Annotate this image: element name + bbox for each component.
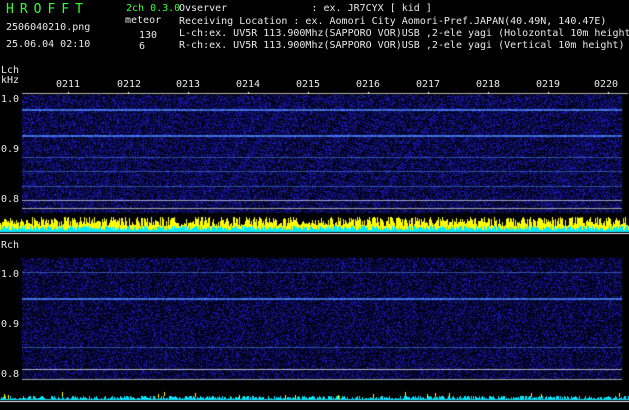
time-tick-0219: 0219 [536,79,561,90]
lch-unit-label: kHz [1,75,20,86]
capture-datetime: 25.06.04 02:10 [6,39,91,50]
time-tick-0211: 0211 [56,79,81,90]
time-tick-0212: 0212 [117,79,142,90]
time-tick-0214: 0214 [236,79,261,90]
lch-info-line: L-ch:ex. UV5R 113.900Mhz(SAPPORO VOR)USB… [179,28,629,39]
meteor-label: meteor [125,15,162,26]
observer-line: Ovserver : ex. JR7CYX [ kid ] [179,3,432,14]
rch-info-line: R-ch:ex. UV5R 113.900Mhz(SAPPORO VOR)USB… [179,40,625,51]
time-tick-0216: 0216 [356,79,381,90]
image-filename: 2506040210.png [6,22,91,33]
rch-ytick-0-9: 0.9 [1,319,20,330]
spectrogram-canvas [0,0,629,410]
time-tick-0217: 0217 [416,79,441,90]
time-tick-0213: 0213 [176,79,201,90]
rch-label: Rch [1,240,20,251]
location-line: Receiving Location : ex. Aomori City Aom… [179,16,607,27]
time-tick-0220: 0220 [594,79,619,90]
app-brand: HROFFT [6,2,89,17]
version-label: 2ch 0.3.0 [126,3,181,14]
time-tick-0215: 0215 [296,79,321,90]
lch-ytick-0-9: 0.9 [1,144,20,155]
rch-ytick-0-8: 0.8 [1,369,20,380]
rch-ytick-1-0: 1.0 [1,269,20,280]
rch-meteor-count: 6 [139,41,146,52]
lch-ytick-0-8: 0.8 [1,194,20,205]
lch-ytick-1-0: 1.0 [1,94,20,105]
time-tick-0218: 0218 [476,79,501,90]
lch-meteor-count: 130 [139,30,158,41]
